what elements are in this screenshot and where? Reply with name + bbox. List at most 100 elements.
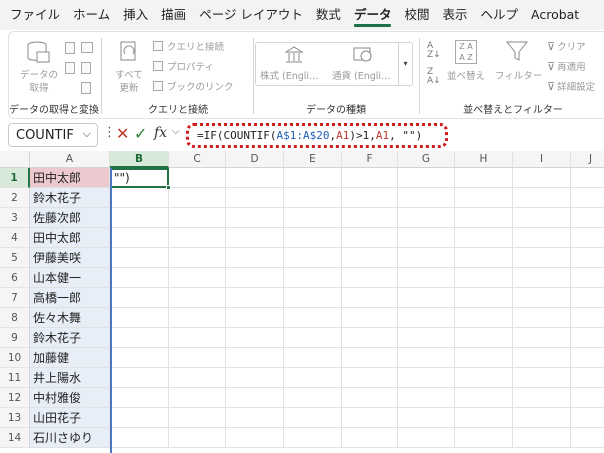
table-cell[interactable] bbox=[226, 268, 284, 288]
table-cell[interactable] bbox=[226, 428, 284, 448]
column-header-f[interactable]: F bbox=[342, 151, 398, 168]
table-cell[interactable] bbox=[342, 288, 398, 308]
table-cell[interactable] bbox=[398, 348, 455, 368]
table-cell[interactable]: 田中太郎 bbox=[30, 228, 110, 248]
from-table-icon[interactable] bbox=[65, 62, 75, 74]
table-cell[interactable] bbox=[513, 368, 571, 388]
table-cell[interactable] bbox=[342, 168, 398, 188]
table-cell[interactable] bbox=[284, 348, 342, 368]
table-cell[interactable] bbox=[513, 208, 571, 228]
table-cell[interactable] bbox=[455, 288, 513, 308]
table-cell[interactable] bbox=[455, 408, 513, 428]
row-header[interactable]: 6 bbox=[0, 268, 30, 288]
menu-item-0[interactable]: ファイル bbox=[10, 0, 60, 30]
reapply-button[interactable]: ⊽ 再適用 bbox=[547, 59, 586, 74]
table-cell[interactable] bbox=[571, 428, 604, 448]
table-cell[interactable] bbox=[110, 188, 169, 208]
table-cell[interactable] bbox=[571, 368, 604, 388]
table-cell[interactable] bbox=[226, 248, 284, 268]
table-cell[interactable] bbox=[169, 188, 226, 208]
table-cell[interactable] bbox=[571, 268, 604, 288]
table-cell[interactable] bbox=[284, 388, 342, 408]
menu-item-8[interactable]: 表示 bbox=[442, 0, 467, 30]
active-cell[interactable]: "") bbox=[110, 168, 169, 188]
table-cell[interactable] bbox=[110, 228, 169, 248]
more-options-icon[interactable]: ⋮ bbox=[103, 125, 116, 140]
table-cell[interactable] bbox=[169, 248, 226, 268]
table-cell[interactable] bbox=[226, 308, 284, 328]
table-cell[interactable] bbox=[571, 308, 604, 328]
table-cell[interactable]: 高橋一郎 bbox=[30, 288, 110, 308]
from-text-icon[interactable] bbox=[65, 42, 75, 54]
sort-button[interactable]: Z AA Z 並べ替え bbox=[447, 38, 487, 90]
currencies-button[interactable]: 通貨 (Engli… bbox=[332, 46, 398, 84]
table-cell[interactable] bbox=[455, 388, 513, 408]
row-header[interactable]: 14 bbox=[0, 428, 30, 448]
table-cell[interactable] bbox=[455, 228, 513, 248]
table-cell[interactable] bbox=[284, 428, 342, 448]
queries-connections-button[interactable]: クエリと接続 bbox=[153, 39, 224, 53]
table-cell[interactable]: 石川さゆり bbox=[30, 428, 110, 448]
table-cell[interactable] bbox=[571, 388, 604, 408]
table-cell[interactable] bbox=[284, 308, 342, 328]
table-cell[interactable] bbox=[571, 328, 604, 348]
table-cell[interactable] bbox=[571, 348, 604, 368]
table-cell[interactable] bbox=[571, 188, 604, 208]
table-cell[interactable] bbox=[398, 228, 455, 248]
menu-item-3[interactable]: 描画 bbox=[161, 0, 186, 30]
row-header[interactable]: 7 bbox=[0, 288, 30, 308]
table-cell[interactable] bbox=[110, 208, 169, 228]
row-header[interactable]: 5 bbox=[0, 248, 30, 268]
recent-sources-icon[interactable] bbox=[81, 62, 91, 74]
table-cell[interactable] bbox=[284, 248, 342, 268]
row-header[interactable]: 4 bbox=[0, 228, 30, 248]
table-cell[interactable] bbox=[455, 248, 513, 268]
table-cell[interactable] bbox=[398, 168, 455, 188]
table-cell[interactable] bbox=[398, 248, 455, 268]
table-cell[interactable]: 佐藤次郎 bbox=[30, 208, 110, 228]
name-box[interactable]: COUNTIF ⌵ bbox=[8, 123, 98, 147]
table-cell[interactable]: 加藤健 bbox=[30, 348, 110, 368]
table-cell[interactable] bbox=[284, 208, 342, 228]
table-cell[interactable] bbox=[284, 408, 342, 428]
table-cell[interactable] bbox=[169, 228, 226, 248]
table-cell[interactable] bbox=[513, 188, 571, 208]
data-types-gallery[interactable]: 株式 (Engli… 通貨 (Engli… ▾ bbox=[255, 42, 413, 86]
table-cell[interactable] bbox=[226, 188, 284, 208]
table-cell[interactable] bbox=[455, 348, 513, 368]
fill-handle[interactable] bbox=[166, 185, 171, 190]
menu-item-6[interactable]: データ bbox=[353, 0, 391, 30]
from-web-icon[interactable] bbox=[81, 42, 93, 53]
menu-item-9[interactable]: ヘルプ bbox=[480, 0, 518, 30]
filter-button[interactable]: フィルター bbox=[495, 38, 542, 90]
table-cell[interactable] bbox=[455, 188, 513, 208]
table-cell[interactable] bbox=[226, 408, 284, 428]
table-cell[interactable] bbox=[455, 268, 513, 288]
table-cell[interactable]: 中村雅俊 bbox=[30, 388, 110, 408]
table-cell[interactable] bbox=[513, 308, 571, 328]
table-cell[interactable] bbox=[513, 348, 571, 368]
menu-item-10[interactable]: Acrobat bbox=[531, 0, 579, 30]
table-cell[interactable] bbox=[226, 368, 284, 388]
table-cell[interactable]: 山田花子 bbox=[30, 408, 110, 428]
insert-function-icon[interactable]: fx bbox=[154, 125, 167, 141]
table-cell[interactable] bbox=[342, 208, 398, 228]
table-cell[interactable] bbox=[169, 308, 226, 328]
menu-item-2[interactable]: 挿入 bbox=[123, 0, 148, 30]
enter-icon[interactable]: ✓ bbox=[134, 124, 147, 143]
table-cell[interactable] bbox=[169, 268, 226, 288]
table-cell[interactable] bbox=[455, 428, 513, 448]
table-cell[interactable]: 田中太郎 bbox=[30, 168, 110, 188]
menu-item-4[interactable]: ページ レイアウト bbox=[199, 0, 303, 30]
row-header[interactable]: 13 bbox=[0, 408, 30, 428]
table-cell[interactable] bbox=[571, 208, 604, 228]
row-header[interactable]: 9 bbox=[0, 328, 30, 348]
table-cell[interactable] bbox=[513, 328, 571, 348]
table-cell[interactable] bbox=[513, 388, 571, 408]
column-header-i[interactable]: I bbox=[513, 151, 571, 168]
table-cell[interactable] bbox=[110, 308, 169, 328]
table-cell[interactable] bbox=[342, 328, 398, 348]
table-cell[interactable] bbox=[513, 248, 571, 268]
advanced-button[interactable]: ⊽ 詳細設定 bbox=[547, 79, 595, 94]
row-header[interactable]: 8 bbox=[0, 308, 30, 328]
